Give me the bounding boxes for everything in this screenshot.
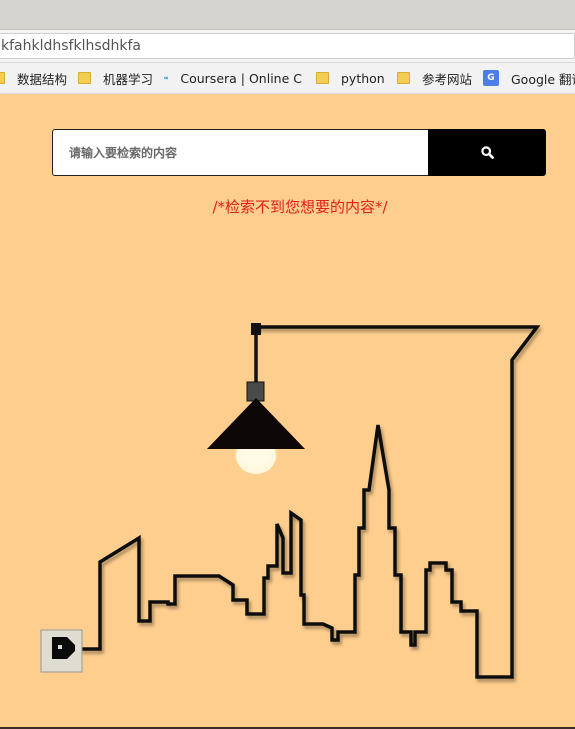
hanging-lamp-icon [207, 323, 305, 476]
plug-icon [40, 629, 83, 673]
skyline-outline [80, 325, 541, 679]
city-skyline-lamp-illustration [40, 323, 541, 679]
